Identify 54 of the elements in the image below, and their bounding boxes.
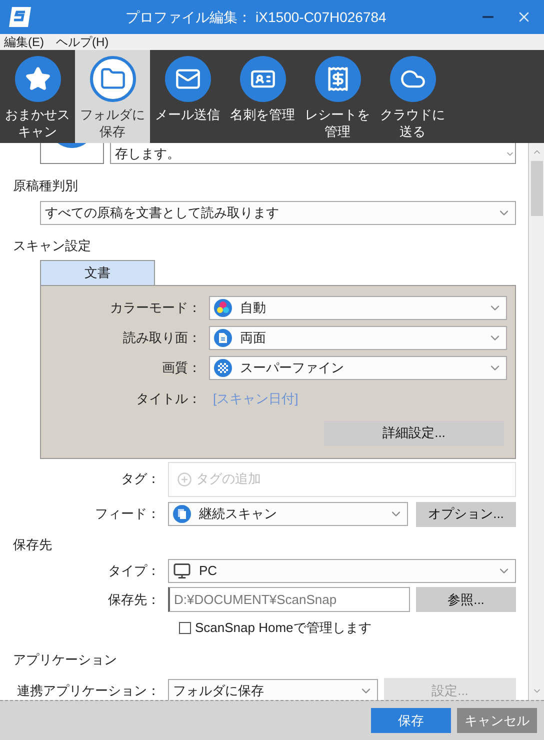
receipt-icon <box>314 56 360 102</box>
cloud-icon <box>390 56 436 102</box>
document-icon <box>214 329 232 347</box>
app-select[interactable]: フォルダに保存 <box>168 678 378 702</box>
toolbar-button[interactable]: メール送信 <box>150 50 225 143</box>
field-label: 画質： <box>162 359 201 378</box>
doc-type-select[interactable]: すべての原稿を文書として読み取ります <box>40 200 516 224</box>
field-label: カラーモード： <box>110 299 201 318</box>
button[interactable]: 詳細設定... <box>324 420 504 446</box>
field-label: タグ： <box>121 470 160 488</box>
button[interactable]: オプション... <box>416 502 516 526</box>
toolbar-button[interactable]: クラウドに送る <box>375 50 450 143</box>
card-icon <box>240 56 286 102</box>
checker-icon <box>214 359 232 377</box>
field-label: 読み取り面： <box>123 329 201 348</box>
scrollbar[interactable] <box>528 143 544 700</box>
color-mode-icon <box>214 299 232 317</box>
pages-icon <box>173 505 191 523</box>
path-field[interactable]: D:¥DOCUMENT¥ScanSnap <box>168 587 410 612</box>
feed-select[interactable]: 継続スキャン <box>168 502 408 526</box>
setting-select[interactable]: スーパーファイン <box>209 356 507 380</box>
cancel-button[interactable]: キャンセル <box>457 708 537 733</box>
section-heading: 保存先 <box>13 536 52 554</box>
add-icon <box>177 472 192 486</box>
type-select[interactable]: PC <box>168 559 516 583</box>
monitor-icon <box>173 562 191 580</box>
scroll-thumb[interactable] <box>530 161 542 216</box>
toolbar-button[interactable]: おまかせスキャン <box>0 50 75 143</box>
field-label: 保存先： <box>108 590 160 609</box>
save-button[interactable]: 保存 <box>371 708 451 733</box>
toolbar-button[interactable]: フォルダに保存 <box>75 50 150 143</box>
section-heading: 原稿種判別 <box>13 177 78 195</box>
tab[interactable]: 文書 <box>40 260 155 285</box>
profile-icon-box <box>40 143 104 164</box>
toolbar-button[interactable]: 名刺を管理 <box>225 50 300 143</box>
mail-icon <box>164 56 210 102</box>
section-heading: スキャン設定 <box>13 236 91 254</box>
setting-select[interactable]: 自動 <box>209 296 507 320</box>
description-field[interactable]: 存します。 <box>110 143 516 164</box>
checkbox[interactable] <box>179 622 191 634</box>
folder-icon <box>90 56 136 102</box>
section-heading: アプリケーション <box>13 650 117 668</box>
field-label: タイトル： <box>136 390 201 408</box>
field-label: フィード： <box>95 505 160 524</box>
toolbar-button[interactable]: レシートを管理 <box>300 50 375 143</box>
app-logo-icon <box>8 6 32 28</box>
button[interactable]: 参照... <box>416 587 516 612</box>
menu-item[interactable]: ヘルプ(H) <box>56 36 109 48</box>
setting-select[interactable]: 両面 <box>209 326 507 350</box>
checkbox-label: ScanSnap Homeで管理します <box>195 619 372 637</box>
field-label: タイプ： <box>108 562 160 580</box>
menu-item[interactable]: 編集(E) <box>4 36 44 48</box>
field-label: 連携アプリケーション： <box>17 682 160 700</box>
window-title: プロファイル編集： iX1500-C07H026784 <box>124 8 388 26</box>
